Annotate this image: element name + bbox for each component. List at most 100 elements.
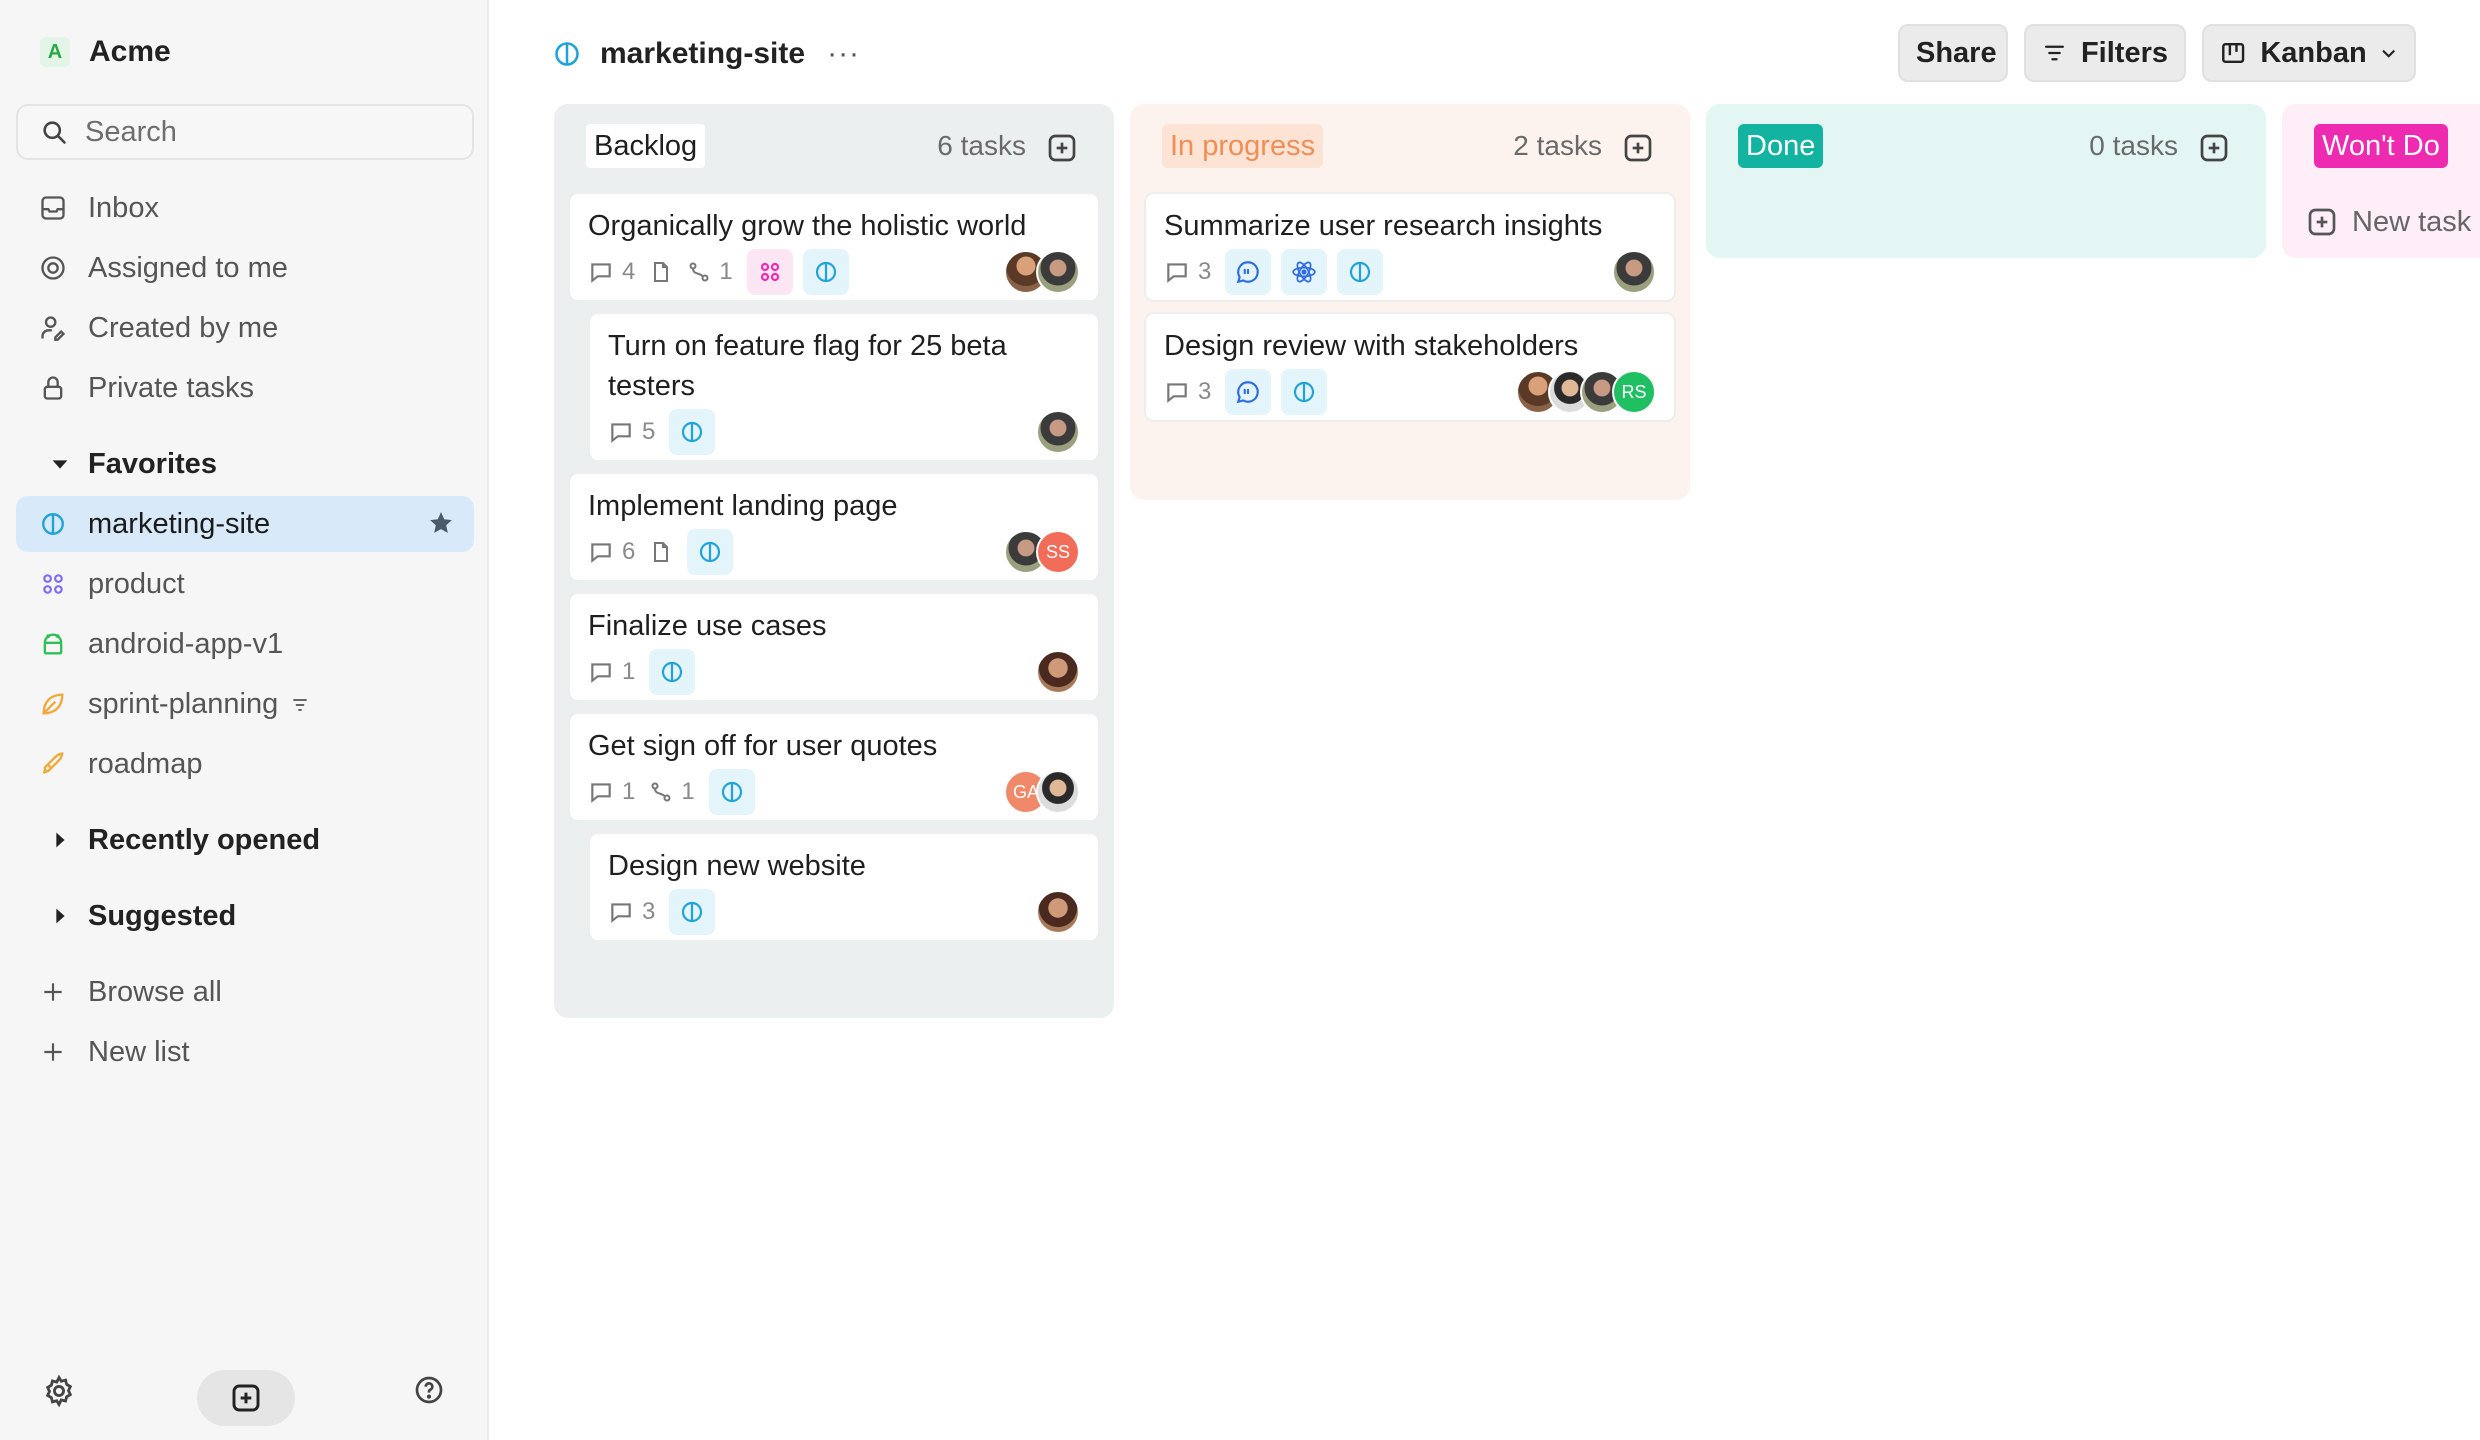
half-circle-icon <box>649 649 696 695</box>
avatar <box>1036 650 1080 694</box>
avatar-initials: SS <box>1036 530 1080 574</box>
browse-all-button[interactable]: Browse all <box>16 964 474 1020</box>
comment-icon <box>611 423 631 443</box>
branch-icon <box>651 782 671 802</box>
page-title: marketing-site <box>600 37 806 70</box>
avatar <box>1036 890 1080 934</box>
new-task-button[interactable]: New task <box>2306 200 2471 244</box>
task-card[interactable]: Turn on feature flag for 25 beta testers … <box>588 312 1100 462</box>
task-card[interactable]: Finalize use cases 1 <box>568 592 1100 702</box>
half-circle-icon <box>802 249 849 295</box>
workspace-badge: A <box>40 37 70 67</box>
assignees <box>1612 250 1656 294</box>
gear-icon[interactable] <box>42 1374 76 1413</box>
task-title: Implement landing page <box>588 490 898 522</box>
page-title-bar: marketing-site ··· <box>553 34 860 74</box>
sidebar-item-roadmap[interactable]: roadmap <box>16 736 474 792</box>
half-circle-icon <box>1337 249 1384 295</box>
react-icon <box>1281 249 1328 295</box>
comment-count: 6 <box>588 538 635 566</box>
new-item-button[interactable] <box>197 1370 295 1426</box>
new-task-label: New task <box>2352 205 2472 238</box>
task-title: Finalize use cases <box>588 610 827 642</box>
comment-icon <box>1167 263 1187 283</box>
sidebar-item-private[interactable]: Private tasks <box>16 360 474 416</box>
help-icon[interactable] <box>413 1374 445 1411</box>
add-task-icon[interactable] <box>1622 132 1654 169</box>
target-icon <box>38 253 68 283</box>
plus-icon <box>38 1037 68 1067</box>
sidebar-item-android-app[interactable]: android-app-v1 <box>16 616 474 672</box>
new-list-label: New list <box>88 1035 190 1068</box>
assignees <box>1036 890 1080 934</box>
sidebar-item-inbox[interactable]: Inbox <box>16 180 474 236</box>
section-heading: Suggested <box>88 899 237 932</box>
assignees: RS <box>1516 370 1656 414</box>
add-task-icon[interactable] <box>2198 132 2230 169</box>
sidebar-item-label: sprint-planning <box>88 688 310 721</box>
half-circle-icon <box>38 509 68 539</box>
assignees <box>1036 650 1080 694</box>
task-card[interactable]: Organically grow the holistic world 4 1 <box>568 192 1100 302</box>
task-card[interactable]: Implement landing page 6 SS <box>568 472 1100 582</box>
sidebar-footer <box>0 1360 487 1440</box>
comment-count: 3 <box>1164 378 1211 406</box>
share-button[interactable]: Share <box>1898 24 2008 82</box>
lock-icon <box>38 373 68 403</box>
search-input[interactable] <box>85 115 445 149</box>
task-card[interactable]: Design review with stakeholders 3 RS <box>1144 312 1676 422</box>
task-count: 6 tasks <box>937 130 1026 161</box>
browse-all-label: Browse all <box>88 975 222 1008</box>
half-circle-icon <box>708 769 755 815</box>
sidebar-item-product[interactable]: product <box>16 556 474 612</box>
task-title: Organically grow the holistic world <box>588 210 1027 242</box>
add-task-icon[interactable] <box>1046 132 1078 169</box>
recently-opened-toggle[interactable]: Recently opened <box>16 812 474 868</box>
sidebar-item-assigned[interactable]: Assigned to me <box>16 240 474 296</box>
sidebar-item-created[interactable]: Created by me <box>16 300 474 356</box>
plus-square-icon <box>2308 208 2336 236</box>
sidebar-item-sprint-planning[interactable]: sprint-planning <box>16 676 474 732</box>
filter-icon <box>2045 45 2064 61</box>
sidebar: A Acme Inbox Assigned to me Created by m… <box>0 0 489 1440</box>
comment-icon <box>591 663 611 683</box>
assignees: SS <box>1004 530 1080 574</box>
half-circle-icon <box>669 409 716 455</box>
task-meta: 5 <box>608 409 725 455</box>
star-icon[interactable] <box>428 510 454 541</box>
task-meta: 3 <box>1164 369 1337 415</box>
comment-icon <box>591 783 611 803</box>
comment-count: 1 <box>588 778 635 806</box>
quote-bubble-icon <box>1225 249 1272 295</box>
document-icon <box>649 540 673 564</box>
task-meta: 3 <box>608 889 725 935</box>
task-title: Summarize user research insights <box>1164 210 1603 242</box>
search-icon <box>43 121 66 144</box>
avatar <box>1036 250 1080 294</box>
caret-down-icon <box>46 450 74 478</box>
product-tag-icon <box>746 249 793 295</box>
search-box[interactable] <box>16 104 474 160</box>
favorites-section-toggle[interactable]: Favorites <box>16 436 474 492</box>
task-card[interactable]: Summarize user research insights 3 <box>1144 192 1676 302</box>
leaf-icon <box>38 689 68 719</box>
sidebar-item-label: Assigned to me <box>88 251 288 284</box>
task-card[interactable]: Design new website 3 <box>588 832 1100 942</box>
half-circle-icon <box>669 889 716 935</box>
more-options-button[interactable]: ··· <box>827 37 860 71</box>
workspace-switcher[interactable]: A Acme <box>40 34 171 70</box>
sidebar-item-label: Inbox <box>88 191 159 224</box>
section-heading: Favorites <box>88 447 217 480</box>
chevron-down-icon <box>2381 49 2395 58</box>
task-count: 2 tasks <box>1513 130 1602 161</box>
task-title: Turn on feature flag for 25 beta testers <box>608 330 1007 402</box>
column-name-pill: Done <box>1738 124 1824 168</box>
sidebar-item-marketing-site[interactable]: marketing-site <box>16 496 474 552</box>
avatar <box>1036 410 1080 454</box>
new-list-button[interactable]: New list <box>16 1024 474 1080</box>
view-switcher[interactable]: Kanban <box>2202 24 2416 82</box>
task-card[interactable]: Get sign off for user quotes 1 1 GA <box>568 712 1100 822</box>
filters-button[interactable]: Filters <box>2024 24 2186 82</box>
suggested-toggle[interactable]: Suggested <box>16 888 474 944</box>
half-circle-icon <box>687 529 734 575</box>
